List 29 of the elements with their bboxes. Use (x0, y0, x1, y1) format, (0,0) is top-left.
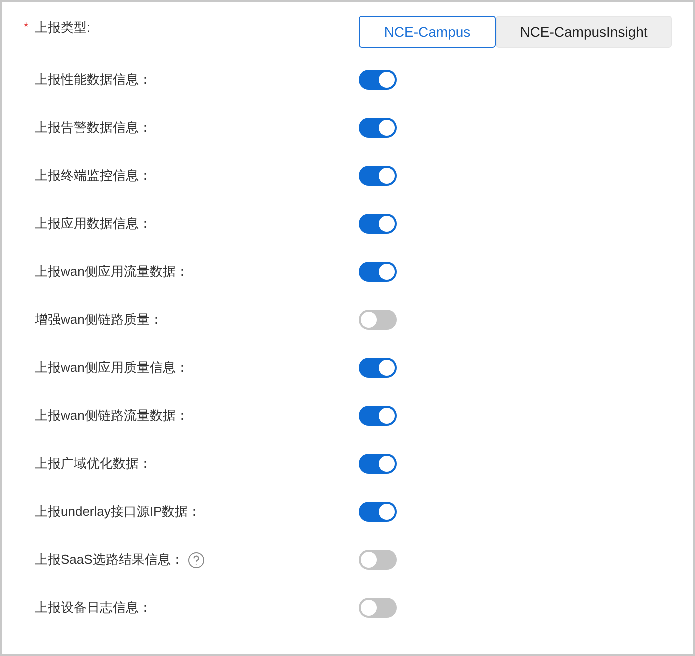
toggle-switch[interactable] (359, 166, 397, 186)
setting-label: 增强wan侧链路质量： (35, 311, 163, 330)
setting-label: 上报wan侧应用质量信息： (35, 359, 189, 378)
toggle-switch[interactable] (359, 262, 397, 282)
toggle-switch[interactable] (359, 598, 397, 618)
toggle-switch[interactable] (359, 214, 397, 234)
setting-label: 上报终端监控信息： (35, 167, 152, 186)
toggle-switch[interactable] (359, 118, 397, 138)
required-mark: * (24, 19, 30, 36)
setting-label: 上报广域优化数据： (35, 455, 152, 474)
segment-option[interactable]: NCE-Campus (359, 16, 496, 48)
setting-label: 上报underlay接口源IP数据： (35, 503, 202, 522)
segment-option[interactable]: NCE-CampusInsight (496, 16, 672, 48)
setting-label: 上报应用数据信息： (35, 215, 152, 234)
setting-label: 上报设备日志信息： (35, 599, 152, 618)
toggle-switch[interactable] (359, 358, 397, 378)
setting-label: 上报性能数据信息： (35, 71, 152, 90)
setting-label: 上报SaaS选路结果信息： (35, 551, 184, 570)
setting-label: 上报wan侧应用流量数据： (35, 263, 189, 282)
field-label: 上报类型: (35, 19, 91, 37)
toggle-switch[interactable] (359, 70, 397, 90)
help-icon[interactable] (188, 552, 205, 568)
toggle-switch[interactable] (359, 454, 397, 474)
setting-label: 上报告警数据信息： (35, 119, 152, 138)
toggle-switch[interactable] (359, 550, 397, 570)
toggle-switch[interactable] (359, 502, 397, 522)
toggle-switch[interactable] (359, 310, 397, 330)
toggle-switch[interactable] (359, 406, 397, 426)
setting-label: 上报wan侧链路流量数据： (35, 407, 189, 426)
